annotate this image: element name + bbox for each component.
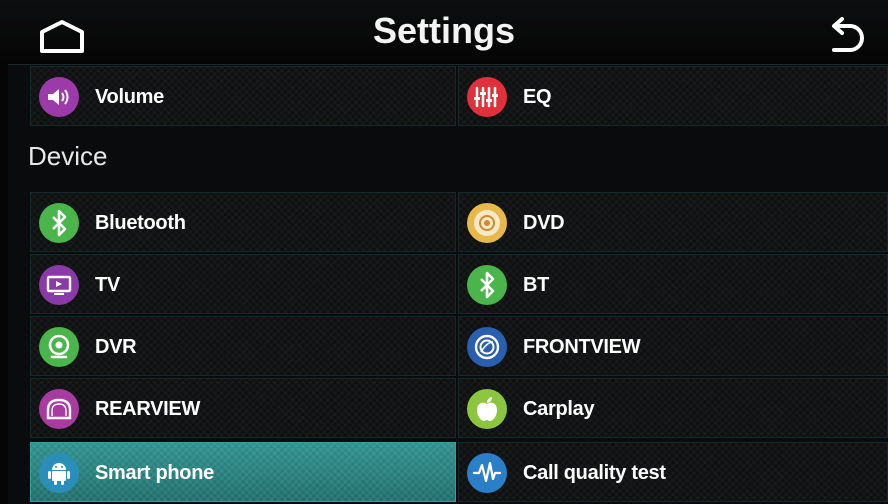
setting-bt[interactable]: BT bbox=[458, 254, 888, 314]
equalizer-icon bbox=[467, 77, 507, 117]
rearview-icon bbox=[39, 389, 79, 429]
camera-icon bbox=[39, 327, 79, 367]
setting-label: Carplay bbox=[523, 398, 595, 420]
page-title: Settings bbox=[372, 10, 515, 51]
setting-label: BT bbox=[523, 274, 550, 296]
setting-label: REARVIEW bbox=[95, 398, 201, 420]
lens-icon bbox=[467, 327, 507, 367]
bluetooth-icon bbox=[39, 203, 79, 243]
setting-label: Volume bbox=[95, 86, 164, 108]
setting-smart-phone[interactable]: Smart phone bbox=[30, 442, 456, 502]
setting-bluetooth[interactable]: Bluetooth bbox=[30, 192, 456, 252]
setting-label: DVD bbox=[523, 212, 565, 234]
setting-frontview[interactable]: FRONTVIEW bbox=[458, 316, 888, 376]
settings-screen: Settings Volume EQ Device Bluetooth DVD … bbox=[0, 0, 888, 504]
back-arrow-icon bbox=[832, 17, 864, 52]
setting-tv[interactable]: TV bbox=[30, 254, 456, 314]
bluetooth-icon bbox=[467, 265, 507, 305]
section-title-device: Device bbox=[28, 141, 108, 171]
setting-label: EQ bbox=[523, 86, 552, 108]
apple-icon bbox=[467, 389, 507, 429]
setting-label: Call quality test bbox=[523, 462, 666, 484]
waveform-icon bbox=[467, 453, 507, 493]
setting-label: TV bbox=[95, 274, 120, 296]
setting-carplay[interactable]: Carplay bbox=[458, 378, 888, 438]
screen-edge bbox=[0, 64, 8, 504]
setting-label: FRONTVIEW bbox=[523, 336, 641, 358]
setting-rearview[interactable]: REARVIEW bbox=[30, 378, 456, 438]
tv-icon bbox=[39, 265, 79, 305]
speaker-icon bbox=[39, 77, 79, 117]
setting-dvr[interactable]: DVR bbox=[30, 316, 456, 376]
setting-call-quality-test[interactable]: Call quality test bbox=[458, 442, 888, 502]
back-button[interactable] bbox=[822, 16, 866, 56]
setting-dvd[interactable]: DVD bbox=[458, 192, 888, 252]
setting-label: Bluetooth bbox=[95, 212, 186, 234]
disc-icon bbox=[467, 203, 507, 243]
setting-label: DVR bbox=[95, 336, 137, 358]
setting-eq[interactable]: EQ bbox=[458, 66, 888, 126]
header-bar: Settings bbox=[0, 0, 888, 65]
android-icon bbox=[39, 453, 79, 493]
setting-label: Smart phone bbox=[95, 462, 214, 484]
setting-volume[interactable]: Volume bbox=[30, 66, 456, 126]
